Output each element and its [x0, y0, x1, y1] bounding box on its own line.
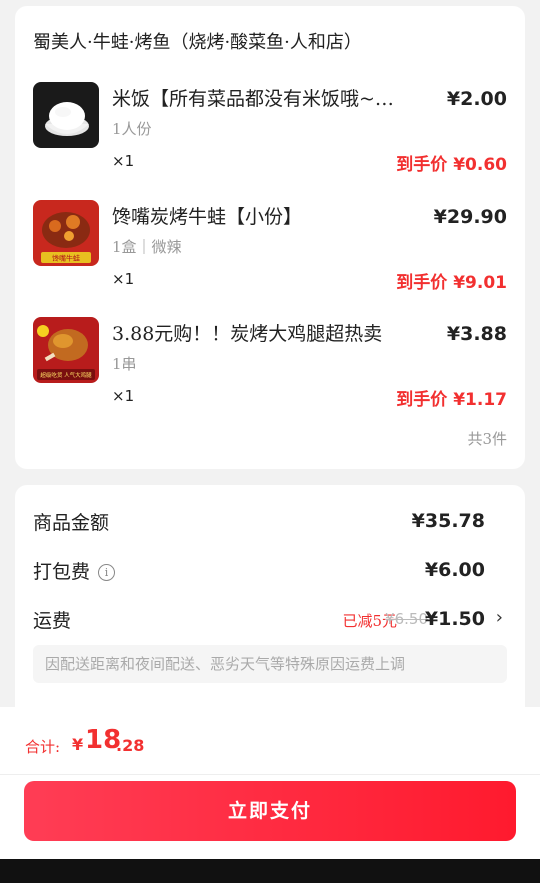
system-nav-bar — [0, 859, 540, 883]
fee-summary-card: 商品金额 ¥35.78 打包费 i ¥6.00 运费 已减5元 ¥6.50 ¥1.… — [15, 485, 525, 725]
thumb-caption: 超级吃货 人气大鸡腿 — [40, 371, 92, 379]
order-item[interactable]: 超级吃货 人气大鸡腿 3.88元购！！炭烤大鸡腿超热卖 1串 ¥3.88 ×1 … — [15, 313, 525, 418]
item-quantity: ×1 — [112, 387, 135, 405]
package-fee-row: 打包费 i ¥6.00 — [15, 557, 525, 587]
chevron-right-icon[interactable]: › — [496, 607, 503, 628]
item-spec: 1人份 — [112, 120, 152, 138]
shipping-original-price: ¥6.50 — [385, 610, 428, 628]
goods-amount-value: ¥35.78 — [411, 510, 485, 532]
item-title: 3.88元购！！炭烤大鸡腿超热卖 — [112, 323, 383, 345]
total-currency: ¥ — [72, 735, 84, 754]
chicken-leg-image: 超级吃货 人气大鸡腿 — [33, 317, 99, 383]
item-final-price: 到手价 ¥1.17 — [396, 390, 507, 410]
item-final-price: 到手价 ¥9.01 — [396, 273, 507, 293]
item-title: 米饭【所有菜品都没有米饭哦~… — [112, 88, 394, 110]
shipping-fee-value: ¥1.50 — [424, 608, 485, 630]
goods-amount-label: 商品金额 — [33, 512, 110, 534]
pay-now-button[interactable]: 立即支付 — [24, 781, 516, 841]
total-amount-decimal: .28 — [116, 736, 145, 755]
checkout-bar: 合计: ¥ 18 .28 立即支付 — [0, 707, 540, 859]
package-fee-value: ¥6.00 — [424, 559, 485, 581]
item-price: ¥3.88 — [446, 323, 507, 345]
item-quantity: ×1 — [112, 152, 135, 170]
goods-amount-row: 商品金额 ¥35.78 — [15, 508, 525, 538]
item-final-price: 到手价 ¥0.60 — [396, 155, 507, 175]
item-quantity: ×1 — [112, 270, 135, 288]
item-title: 馋嘴炭烤牛蛙【小份】 — [112, 206, 303, 228]
bullfrog-image: 馋嘴牛蛙 — [33, 200, 99, 266]
total-item-count: 共3件 — [467, 430, 507, 448]
shipping-fee-label: 运费 — [33, 610, 72, 632]
info-icon[interactable]: i — [98, 564, 116, 581]
item-spec: 1串 — [112, 355, 137, 373]
rice-bowl-image — [33, 82, 99, 148]
order-items-card: 蜀美人·牛蛙·烤鱼（烧烤·酸菜鱼·人和店） 米饭【所有菜品都没有米饭哦~… 1人… — [15, 6, 525, 469]
shipping-fee-row[interactable]: 运费 已减5元 ¥6.50 ¥1.50 › — [15, 606, 525, 636]
shop-name[interactable]: 蜀美人·牛蛙·烤鱼（烧烤·酸菜鱼·人和店） — [33, 28, 362, 54]
order-item[interactable]: 米饭【所有菜品都没有米饭哦~… 1人份 ¥2.00 ×1 到手价 ¥0.60 — [15, 78, 525, 183]
total-label: 合计: — [25, 738, 61, 756]
item-price: ¥2.00 — [446, 88, 507, 110]
shipping-notice: 因配送距离和夜间配送、恶劣天气等特殊原因运费上调 — [33, 645, 507, 683]
order-item[interactable]: 馋嘴牛蛙 馋嘴炭烤牛蛙【小份】 1盒｜微辣 ¥29.90 ×1 到手价 ¥9.0… — [15, 196, 525, 301]
thumb-caption: 馋嘴牛蛙 — [52, 254, 80, 263]
package-fee-label: 打包费 — [33, 561, 91, 583]
divider — [0, 774, 540, 775]
item-price: ¥29.90 — [433, 206, 507, 228]
item-spec: 1盒｜微辣 — [112, 238, 182, 256]
